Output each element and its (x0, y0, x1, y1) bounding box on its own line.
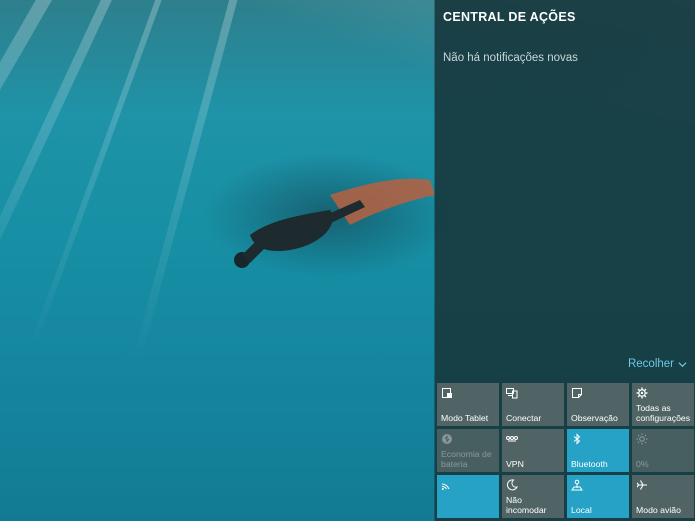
collapse-button[interactable]: Recolher (628, 358, 687, 370)
quick-actions-grid: Modo Tablet Conectar Observação Todas as… (437, 383, 694, 518)
action-center-title: CENTRAL DE AÇÕES (443, 10, 576, 24)
tile-note[interactable]: Observação (567, 383, 629, 426)
brightness-icon (636, 433, 648, 445)
tile-label: Todas as configurações (636, 403, 691, 423)
battery-saver-icon (441, 433, 453, 445)
airplane-icon (636, 479, 648, 491)
tile-label: Modo avião (636, 505, 681, 515)
tile-all-settings[interactable]: Todas as configurações (632, 383, 694, 426)
light-ray (0, 0, 74, 328)
wifi-icon (441, 479, 453, 491)
tile-brightness[interactable]: 0% (632, 429, 694, 472)
tile-label: Economia de bateria (441, 449, 492, 469)
vpn-icon (506, 433, 518, 445)
tablet-mode-icon (441, 387, 453, 399)
tile-quiet-hours[interactable]: Não incomodar (502, 475, 564, 518)
tile-airplane-mode[interactable]: Modo avião (632, 475, 694, 518)
diver-image (234, 178, 435, 268)
tile-wifi[interactable] (437, 475, 499, 518)
collapse-label: Recolher (627, 358, 674, 370)
note-icon (571, 387, 583, 399)
tile-vpn[interactable]: VPN (502, 429, 564, 472)
tile-bluetooth[interactable]: Bluetooth (567, 429, 629, 472)
location-icon (571, 479, 583, 491)
tile-label: 0% (636, 459, 649, 469)
gear-icon (636, 387, 648, 399)
moon-icon (506, 479, 518, 491)
tile-label: Local (571, 505, 592, 515)
tile-label: VPN (506, 459, 524, 469)
tile-label: Não incomodar (506, 495, 547, 515)
tile-battery-saver[interactable]: Economia de bateria (437, 429, 499, 472)
tile-connect[interactable]: Conectar (502, 383, 564, 426)
tile-label: Conectar (506, 413, 542, 423)
chevron-down-icon (678, 361, 687, 367)
tile-label: Modo Tablet (441, 413, 489, 423)
connect-icon (506, 387, 518, 399)
no-notifications-message: Não há notificações novas (443, 52, 578, 64)
bluetooth-icon (571, 433, 583, 445)
tile-label: Bluetooth (571, 459, 608, 469)
tile-tablet-mode[interactable]: Modo Tablet (437, 383, 499, 426)
tile-label: Observação (571, 413, 618, 423)
tile-location[interactable]: Local (567, 475, 629, 518)
